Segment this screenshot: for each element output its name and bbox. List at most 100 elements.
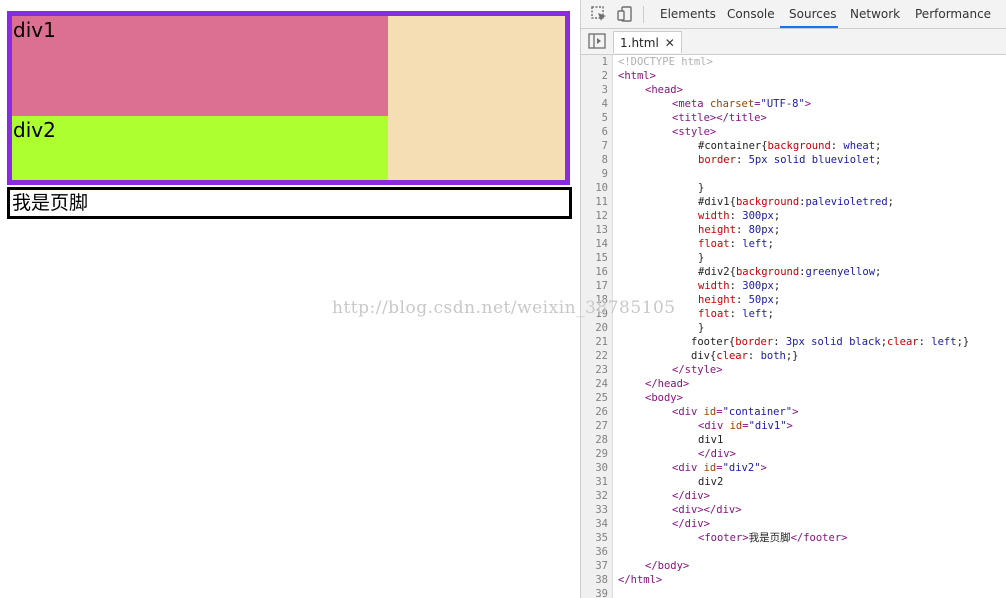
code-token: ; bbox=[887, 196, 894, 208]
navigator-toggle-icon[interactable] bbox=[588, 33, 606, 49]
code-line-22: div{clear: both;} bbox=[691, 349, 799, 363]
code-line-21: footer{border: 3px solid black;clear: le… bbox=[691, 335, 969, 349]
code-token: > bbox=[792, 406, 799, 418]
tab-elements[interactable]: Elements bbox=[660, 0, 716, 28]
code-token: clear bbox=[887, 336, 919, 348]
line-number: 11 bbox=[595, 196, 608, 208]
code-token: ; bbox=[773, 294, 781, 306]
code-token: float bbox=[698, 238, 730, 250]
code-token: float bbox=[698, 308, 730, 320]
file-tab[interactable]: 1.html ✕ bbox=[613, 31, 682, 53]
tab-console[interactable]: Console bbox=[727, 0, 775, 28]
code-line-17: width: 300px; bbox=[698, 279, 780, 293]
code-token: : bbox=[747, 350, 761, 362]
footer-box: 我是页脚 bbox=[7, 187, 572, 219]
code-line-7: #container{background: wheat; bbox=[698, 139, 881, 153]
code-line-38: </html> bbox=[618, 573, 662, 587]
file-tab-label: 1.html bbox=[620, 36, 659, 50]
line-number: 26 bbox=[595, 406, 608, 418]
code-token: #div2{ bbox=[698, 266, 736, 278]
toolbar-separator bbox=[643, 6, 644, 23]
div1-box: div1 bbox=[12, 16, 388, 116]
line-number-gutter: 1 2 3 4 5 6 7 8 9 10 11 12 13 14 15 16 1… bbox=[581, 55, 613, 598]
code-token: ; bbox=[875, 266, 882, 278]
code-token: background bbox=[735, 266, 800, 278]
code-token: left bbox=[742, 308, 768, 320]
code-token: both bbox=[760, 350, 786, 362]
tab-performance[interactable]: Performance bbox=[915, 0, 991, 28]
code-token: footer{ bbox=[691, 336, 736, 348]
code-token: "container" bbox=[722, 406, 793, 418]
code-token: : bbox=[729, 238, 743, 250]
line-number: 17 bbox=[595, 280, 608, 292]
code-editor[interactable]: 1 2 3 4 5 6 7 8 9 10 11 12 13 14 15 16 1… bbox=[581, 55, 1006, 598]
line-number: 30 bbox=[595, 462, 608, 474]
code-token: clear bbox=[716, 350, 748, 362]
code-token: } bbox=[698, 182, 705, 194]
inspect-element-icon[interactable] bbox=[590, 5, 608, 23]
code-token: 300px bbox=[742, 280, 774, 292]
code-line-27: <div id="div1"> bbox=[698, 419, 793, 433]
code-token: : bbox=[735, 224, 749, 236]
code-token: </div> bbox=[672, 490, 710, 502]
code-token: wheat bbox=[843, 140, 876, 152]
code-token: <div bbox=[698, 420, 730, 432]
line-number: 7 bbox=[601, 140, 608, 152]
code-line-25: <body> bbox=[645, 391, 683, 405]
code-token: charset bbox=[709, 98, 755, 110]
code-line-30: <div id="div2"> bbox=[672, 461, 767, 475]
close-icon[interactable]: ✕ bbox=[665, 36, 675, 50]
code-line-2: <html> bbox=[618, 69, 656, 83]
code-line-33: <div></div> bbox=[672, 503, 742, 517]
line-number: 29 bbox=[595, 448, 608, 460]
code-token: border bbox=[698, 154, 736, 166]
code-token: id bbox=[729, 420, 743, 432]
code-token: ; bbox=[767, 238, 774, 250]
device-toolbar-icon[interactable] bbox=[616, 5, 634, 23]
code-token: id bbox=[703, 462, 717, 474]
code-token: "div2" bbox=[722, 462, 761, 474]
line-number: 8 bbox=[601, 154, 608, 166]
line-number: 20 bbox=[595, 322, 608, 334]
line-number: 34 bbox=[595, 518, 608, 530]
code-token: : bbox=[735, 154, 749, 166]
code-token: <div></div> bbox=[672, 504, 742, 516]
code-line-14: float: left; bbox=[698, 237, 774, 251]
code-token: > bbox=[786, 420, 793, 432]
code-token: </body> bbox=[645, 560, 690, 572]
code-token: ; bbox=[773, 210, 781, 222]
code-token: 3px solid black bbox=[785, 336, 881, 348]
code-token: "UTF-8" bbox=[760, 98, 805, 110]
line-number: 23 bbox=[595, 364, 608, 376]
line-number: 31 bbox=[595, 476, 608, 488]
code-token: ; bbox=[875, 154, 882, 166]
code-token: ; bbox=[773, 280, 781, 292]
code-token: div{ bbox=[691, 350, 717, 362]
file-tab-bar: 1.html ✕ bbox=[581, 29, 1006, 55]
code-token: 80px bbox=[748, 224, 774, 236]
line-number: 6 bbox=[601, 126, 608, 138]
code-token: background bbox=[767, 140, 831, 152]
code-line-26: <div id="container"> bbox=[672, 405, 798, 419]
code-token: div1 bbox=[698, 434, 724, 446]
line-number: 33 bbox=[595, 504, 608, 516]
code-token: <body> bbox=[645, 392, 683, 404]
code-token: background bbox=[735, 196, 800, 208]
code-token: <html> bbox=[618, 70, 656, 82]
code-token: 5px solid blueviolet bbox=[748, 154, 876, 166]
code-token: div2 bbox=[698, 476, 724, 488]
devtools-toolbar: Elements Console Sources Network Perform… bbox=[581, 0, 1006, 29]
container-box: div1 div2 bbox=[7, 11, 570, 185]
code-token: left bbox=[742, 238, 768, 250]
code-token: <!DOCTYPE html> bbox=[618, 56, 713, 68]
code-line-4: <meta charset="UTF-8"> bbox=[672, 98, 812, 110]
tab-network[interactable]: Network bbox=[850, 0, 900, 28]
code-line-31: div2 bbox=[698, 475, 723, 489]
code-token: height bbox=[698, 224, 736, 236]
code-line-15: } bbox=[698, 251, 704, 265]
code-line-10: } bbox=[698, 181, 704, 195]
code-token: <div bbox=[672, 406, 704, 418]
tab-sources[interactable]: Sources bbox=[789, 0, 836, 28]
code-line-34: </div> bbox=[672, 517, 710, 531]
code-token: ;} bbox=[956, 336, 970, 348]
